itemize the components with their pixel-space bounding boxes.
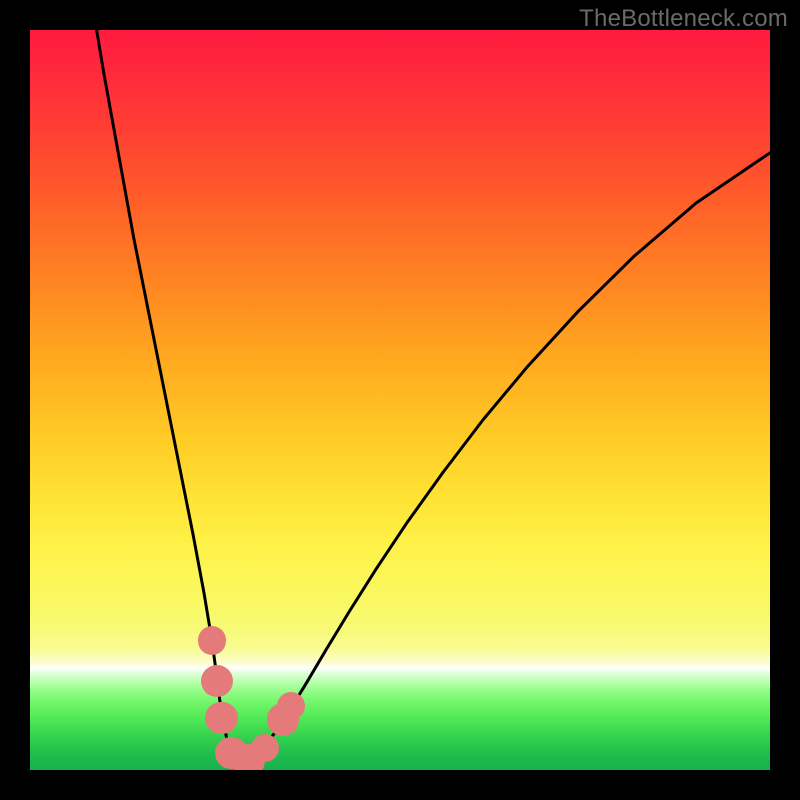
bottleneck-curve [97, 30, 770, 760]
plot-area [30, 30, 770, 770]
data-marker [251, 734, 279, 762]
curve-layer [30, 30, 770, 770]
chart-frame: TheBottleneck.com [0, 0, 800, 800]
data-marker [205, 702, 238, 735]
data-marker [198, 626, 226, 654]
watermark-text: TheBottleneck.com [579, 5, 788, 33]
